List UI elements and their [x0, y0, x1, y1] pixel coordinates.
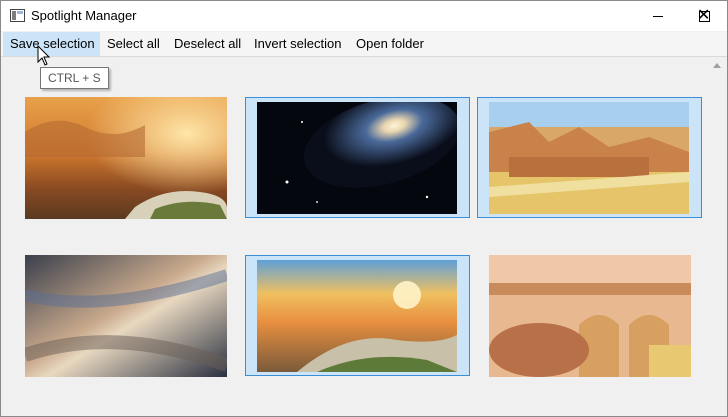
title-bar[interactable]: Spotlight Manager: [1, 1, 727, 31]
thumbnail-6[interactable]: [488, 254, 692, 378]
galaxy-closeup-image: [25, 255, 227, 377]
menu-deselect-all[interactable]: Deselect all: [167, 32, 247, 56]
scroll-up-arrow-icon[interactable]: [709, 57, 726, 74]
thumbnail-4[interactable]: [24, 254, 228, 378]
palace-image: [489, 102, 689, 214]
sunrise-plateau-image: [257, 260, 457, 372]
app-window: Spotlight Manager ✕ Save selection Selec…: [0, 0, 728, 417]
minimize-button[interactable]: [635, 1, 681, 31]
menu-save-selection[interactable]: Save selection: [3, 32, 100, 56]
close-button[interactable]: ✕: [681, 1, 727, 31]
menu-select-all[interactable]: Select all: [100, 32, 167, 56]
spiral-galaxy-image: [257, 102, 457, 214]
thumbnail-5[interactable]: [245, 255, 470, 376]
menu-invert-selection[interactable]: Invert selection: [247, 32, 349, 56]
tooltip: CTRL + S: [40, 67, 109, 89]
menu-open-folder[interactable]: Open folder: [349, 32, 431, 56]
close-icon: ✕: [697, 7, 711, 24]
window-title: Spotlight Manager: [31, 8, 137, 23]
mouse-cursor-icon: [37, 45, 51, 66]
vertical-scrollbar[interactable]: [709, 57, 726, 416]
app-icon: [10, 9, 25, 22]
palace-detail-image: [489, 255, 691, 377]
foggy-plateau-image: [25, 97, 227, 219]
thumbnail-1[interactable]: [24, 96, 228, 220]
thumbnail-2[interactable]: [245, 97, 470, 218]
minimize-icon: [653, 16, 663, 17]
thumbnail-3[interactable]: [477, 97, 702, 218]
menu-bar: Save selection Select all Deselect all I…: [1, 32, 727, 57]
